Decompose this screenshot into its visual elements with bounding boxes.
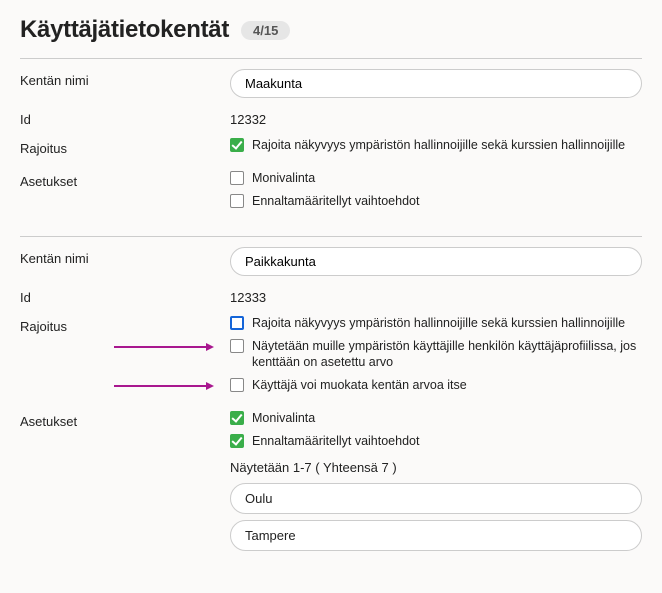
checkbox-multiselect[interactable] [230, 171, 244, 185]
checkbox-multiselect-label[interactable]: Monivalinta [252, 170, 315, 187]
label-restriction: Rajoitus [20, 315, 230, 334]
annotation-arrow-icon [114, 382, 214, 390]
field-block: Kentän nimi Id 12332 Rajoitus Rajoita nä… [20, 58, 642, 236]
label-settings: Asetukset [20, 410, 230, 429]
counter-badge: 4/15 [241, 21, 290, 40]
checkbox-restrict-visibility-label[interactable]: Rajoita näkyvyys ympäristön hallinnoijil… [252, 315, 625, 332]
label-restriction: Rajoitus [20, 137, 230, 156]
checkbox-user-can-edit-label[interactable]: Käyttäjä voi muokata kentän arvoa itse [252, 377, 467, 394]
field-block: Kentän nimi Id 12333 Rajoitus Rajoita nä… [20, 236, 642, 577]
field-name-input[interactable] [230, 247, 642, 276]
checkbox-show-others-label[interactable]: Näytetään muille ympäristön käyttäjille … [252, 338, 642, 372]
checkbox-predefined-label[interactable]: Ennaltamääritellyt vaihtoehdot [252, 433, 419, 450]
checkbox-show-others[interactable] [230, 339, 244, 353]
label-id: Id [20, 108, 230, 127]
checkbox-predefined-label[interactable]: Ennaltamääritellyt vaihtoehdot [252, 193, 419, 210]
checkbox-restrict-visibility-label[interactable]: Rajoita näkyvyys ympäristön hallinnoijil… [252, 137, 625, 154]
label-id: Id [20, 286, 230, 305]
checkbox-multiselect-label[interactable]: Monivalinta [252, 410, 315, 427]
label-settings: Asetukset [20, 170, 230, 189]
option-item[interactable]: Tampere [230, 520, 642, 551]
checkbox-predefined[interactable] [230, 194, 244, 208]
annotation-arrow-icon [114, 343, 214, 351]
checkbox-multiselect[interactable] [230, 411, 244, 425]
page-title: Käyttäjätietokentät [20, 16, 229, 44]
checkbox-restrict-visibility[interactable] [230, 316, 244, 330]
label-field-name: Kentän nimi [20, 69, 230, 88]
option-item[interactable]: Oulu [230, 483, 642, 514]
label-field-name: Kentän nimi [20, 247, 230, 266]
checkbox-restrict-visibility[interactable] [230, 138, 244, 152]
field-name-input[interactable] [230, 69, 642, 98]
options-summary: Näytetään 1-7 ( Yhteensä 7 ) [230, 460, 642, 475]
checkbox-predefined[interactable] [230, 434, 244, 448]
field-id-value: 12332 [230, 108, 642, 127]
field-id-value: 12333 [230, 286, 642, 305]
checkbox-user-can-edit[interactable] [230, 378, 244, 392]
